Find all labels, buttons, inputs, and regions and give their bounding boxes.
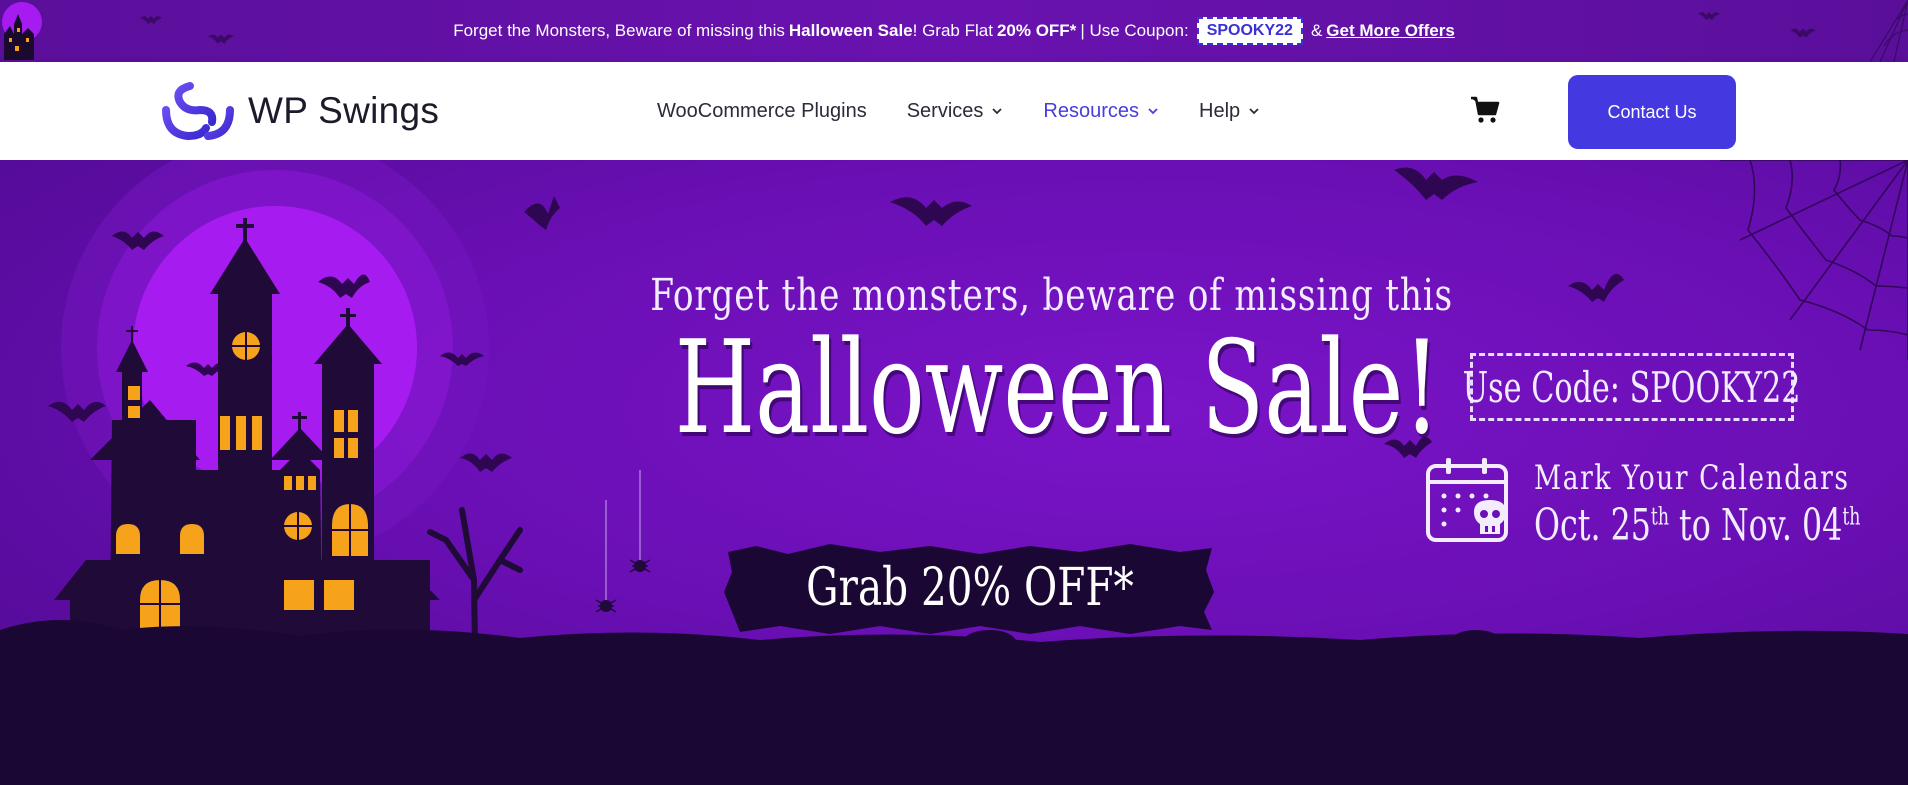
calendar-title: Mark Your Calendars <box>1534 458 1850 498</box>
haunted-house-icon <box>2 2 42 60</box>
chevron-down-icon <box>992 108 1003 115</box>
site-header: WP Swings WooCommerce Plugins Services R… <box>0 62 1908 160</box>
main-nav: WooCommerce Plugins Services Resources H… <box>657 62 1300 160</box>
get-more-offers-link[interactable]: Get More Offers <box>1326 21 1454 41</box>
logo-text: WP Swings <box>248 90 440 131</box>
spider-web-icon <box>1870 0 1908 62</box>
promo-amp: & <box>1310 21 1323 40</box>
nav-item-label: Help <box>1199 99 1241 122</box>
calendar-dates: Mark Your Calendars Oct. 25th to Nov. 04… <box>1534 458 1908 551</box>
coupon-code-box: Use Code: SPOOKY22 <box>1463 353 1801 421</box>
bat-icon <box>1698 12 1720 20</box>
grab-offer: Grab 20% OFF* <box>728 548 1212 628</box>
spiders <box>595 470 651 613</box>
grab-offer-text: Grab 20% OFF* <box>806 558 1134 618</box>
nav-item-help[interactable]: Help <box>1199 100 1260 123</box>
chevron-down-icon <box>1148 108 1158 115</box>
bat-icon <box>208 34 234 44</box>
promo-discount: 20% OFF* <box>996 21 1077 40</box>
nav-item-label: Resources <box>1043 99 1140 122</box>
promo-text-coupon: | Use Coupon: <box>1080 21 1189 40</box>
date-to: to <box>1679 500 1711 551</box>
date-start: Oct. 25 <box>1534 500 1651 551</box>
shopping-cart-icon[interactable] <box>1470 96 1500 124</box>
logo[interactable]: WP Swings <box>160 80 439 142</box>
nav-item-resources[interactable]: Resources <box>1043 100 1159 123</box>
date-end-suffix: th <box>1842 502 1861 531</box>
nav-item-label: Services <box>906 99 984 122</box>
promo-text-start: Forget the Monsters, Beware of missing t… <box>453 21 785 40</box>
chevron-down-icon <box>1249 108 1259 115</box>
bat-icon <box>140 16 162 24</box>
promo-text-mid: ! Grab Flat <box>912 21 993 40</box>
bat-icon <box>1790 28 1816 38</box>
promo-coupon-code[interactable]: SPOOKY22 <box>1196 17 1303 45</box>
nav-item-services[interactable]: Services <box>907 100 1004 123</box>
sale-date-range: Oct. 25th to Nov. 04th <box>1534 500 1860 551</box>
hero-title: Halloween Sale! <box>674 314 1441 463</box>
calendar-skull-icon <box>1426 458 1508 542</box>
wp-swings-logo-icon <box>162 82 234 141</box>
contact-us-button[interactable]: Contact Us <box>1568 75 1736 149</box>
spider-web <box>1720 160 1908 360</box>
halloween-hero-banner[interactable]: Forget the monsters, beware of missing t… <box>0 160 1908 785</box>
coupon-code-label: Use Code: SPOOKY22 <box>1463 362 1801 412</box>
promo-sale-name: Halloween Sale <box>788 21 913 40</box>
nav-item-woocommerce-plugins[interactable]: WooCommerce Plugins <box>657 100 867 123</box>
date-end: Nov. 04 <box>1720 500 1843 551</box>
hero-headline: Forget the monsters, beware of missing t… <box>560 270 1452 463</box>
nav-item-label: WooCommerce Plugins <box>657 99 867 122</box>
promo-bar: Forget the Monsters, Beware of missing t… <box>0 0 1908 62</box>
date-start-suffix: th <box>1650 502 1669 531</box>
